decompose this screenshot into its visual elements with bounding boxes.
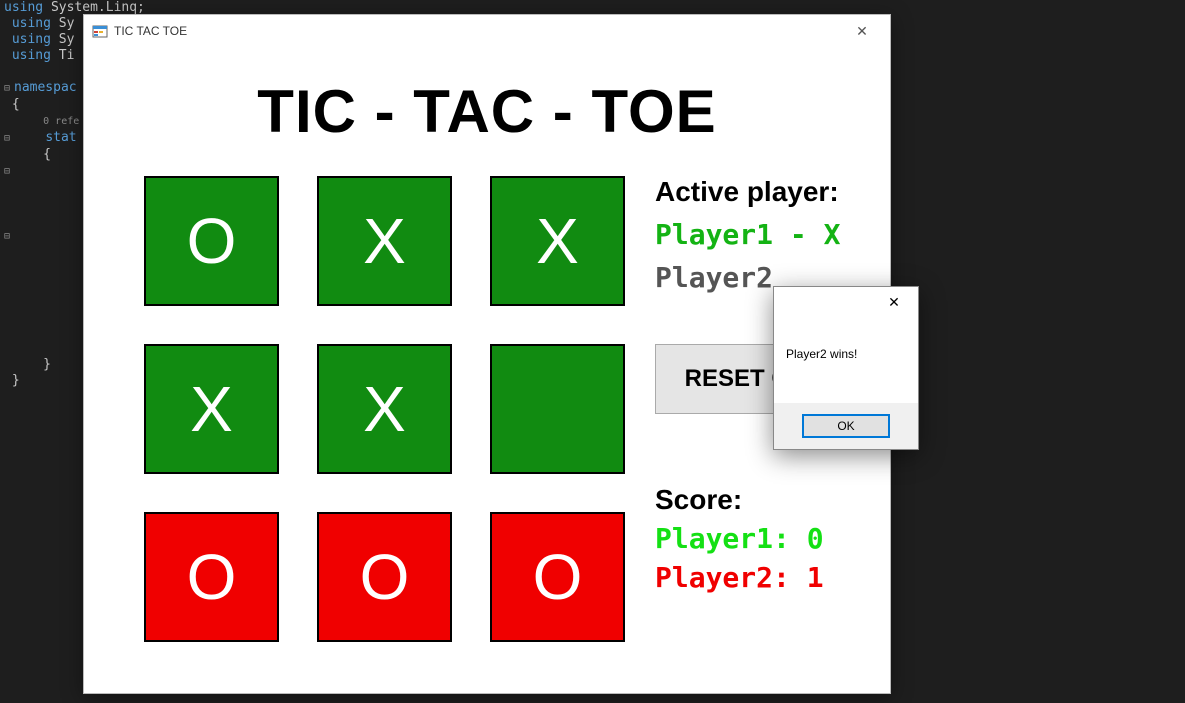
cell-1-1[interactable]: X bbox=[317, 344, 452, 474]
window-titlebar[interactable]: TIC TAC TOE ✕ bbox=[84, 15, 890, 47]
window-close-button[interactable]: ✕ bbox=[842, 17, 882, 45]
cell-2-0[interactable]: O bbox=[144, 512, 279, 642]
message-dialog: ✕ Player2 wins! OK bbox=[773, 286, 919, 450]
cell-0-2[interactable]: X bbox=[490, 176, 625, 306]
dialog-message: Player2 wins! bbox=[774, 317, 918, 377]
dialog-titlebar[interactable]: ✕ bbox=[774, 287, 918, 317]
cell-1-0[interactable]: X bbox=[144, 344, 279, 474]
cell-2-2[interactable]: O bbox=[490, 512, 625, 642]
game-title: TIC - TAC - TOE bbox=[104, 77, 870, 146]
player1-line: Player1 - X bbox=[655, 218, 873, 251]
cell-0-1[interactable]: X bbox=[317, 176, 452, 306]
window-title: TIC TAC TOE bbox=[114, 24, 187, 38]
game-window: TIC TAC TOE ✕ TIC - TAC - TOE O X X X X … bbox=[83, 14, 891, 694]
app-icon bbox=[92, 23, 108, 39]
dialog-close-button[interactable]: ✕ bbox=[874, 289, 914, 315]
game-board: O X X X X O O O bbox=[104, 176, 625, 642]
dialog-ok-button[interactable]: OK bbox=[802, 414, 890, 438]
score-label: Score: bbox=[655, 484, 873, 516]
score-player1: Player1: 0 bbox=[655, 522, 873, 555]
cell-0-0[interactable]: O bbox=[144, 176, 279, 306]
active-player-label: Active player: bbox=[655, 176, 873, 208]
cell-1-2[interactable] bbox=[490, 344, 625, 474]
score-player2: Player2: 1 bbox=[655, 561, 873, 594]
dialog-footer: OK bbox=[774, 403, 918, 449]
cell-2-1[interactable]: O bbox=[317, 512, 452, 642]
